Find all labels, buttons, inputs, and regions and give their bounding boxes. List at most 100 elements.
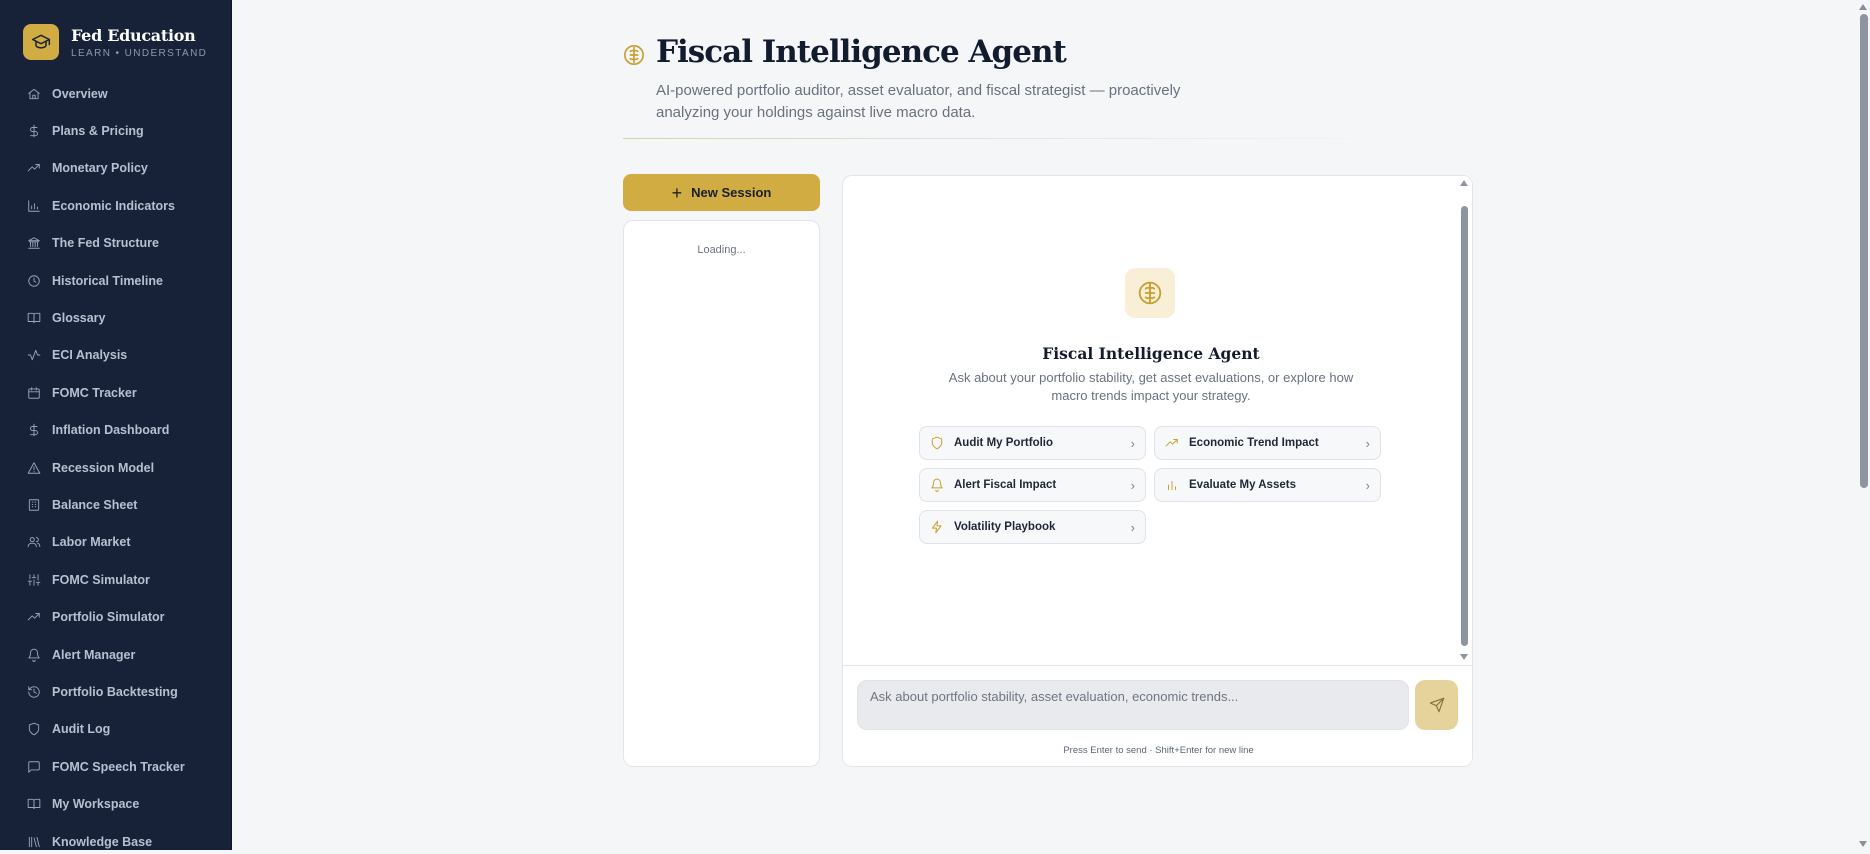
suggestion-volatility-playbook[interactable]: Volatility Playbook › bbox=[919, 510, 1146, 544]
suggestion-label: Alert Fiscal Impact bbox=[954, 479, 1057, 491]
dollar-icon bbox=[30, 423, 38, 437]
brand-subtitle: LEARN • UNDERSTAND bbox=[71, 47, 208, 59]
sidebar-item-label: Historical Timeline bbox=[52, 273, 163, 288]
sidebar-item-overview[interactable]: Overview bbox=[0, 75, 231, 112]
sidebar-item-label: Audit Log bbox=[52, 722, 111, 737]
sidebar-nav: Overview Plans & Pricing Monetary Policy… bbox=[0, 75, 231, 850]
sidebar-item-label: Monetary Policy bbox=[52, 161, 148, 176]
suggestion-evaluate-my-assets[interactable]: Evaluate My Assets › bbox=[1154, 468, 1381, 502]
suggestion-label: Audit My Portfolio bbox=[954, 437, 1054, 449]
suggestion-alert-fiscal-impact[interactable]: Alert Fiscal Impact › bbox=[919, 468, 1146, 502]
chat-input-area: Press Enter to send · Shift+Enter for ne… bbox=[843, 665, 1472, 766]
warning-icon bbox=[27, 461, 41, 474]
suggestion-label: Volatility Playbook bbox=[954, 521, 1056, 533]
shield-icon bbox=[28, 723, 40, 736]
sidebar-item-portfolio-backtesting[interactable]: Portfolio Backtesting bbox=[0, 673, 231, 710]
suggestion-economic-trend-impact[interactable]: Economic Trend Impact › bbox=[1154, 426, 1381, 460]
chevron-right-icon: › bbox=[1130, 435, 1135, 451]
sidebar-item-plans-pricing[interactable]: Plans & Pricing bbox=[0, 112, 231, 149]
brain-icon bbox=[1125, 268, 1175, 318]
library-icon bbox=[28, 836, 40, 847]
calendar-icon bbox=[28, 387, 40, 399]
bar-chart-icon bbox=[1168, 481, 1176, 491]
sidebar-item-label: Knowledge Base bbox=[52, 834, 153, 849]
sidebar-item-portfolio-simulator[interactable]: Portfolio Simulator bbox=[0, 598, 231, 635]
chat-scrollbar-thumb[interactable] bbox=[1461, 206, 1468, 646]
scroll-down-arrow[interactable] bbox=[1460, 654, 1468, 660]
dollar-icon bbox=[30, 124, 38, 138]
sidebar-item-balance-sheet[interactable]: Balance Sheet bbox=[0, 486, 231, 523]
sidebar-item-label: Overview bbox=[52, 86, 108, 101]
sidebar-item-historical-timeline[interactable]: Historical Timeline bbox=[0, 262, 231, 299]
chevron-right-icon: › bbox=[1130, 519, 1135, 535]
zap-icon bbox=[931, 520, 942, 534]
sidebar-item-label: ECI Analysis bbox=[52, 348, 128, 363]
sidebar-item-label: The Fed Structure bbox=[52, 236, 159, 251]
trending-up-icon bbox=[27, 164, 40, 172]
sidebar-item-eci-analysis[interactable]: ECI Analysis bbox=[0, 337, 231, 374]
graduation-cap-icon bbox=[23, 24, 59, 60]
page-scroll-down-arrow[interactable] bbox=[1859, 841, 1867, 847]
chat-panel: Fiscal Intelligence Agent Ask about your… bbox=[842, 175, 1473, 767]
sidebar-item-label: Portfolio Backtesting bbox=[52, 684, 178, 699]
sidebar-item-economic-indicators[interactable]: Economic Indicators bbox=[0, 187, 231, 224]
sidebar-item-label: Glossary bbox=[52, 311, 106, 326]
session-list: Loading... bbox=[623, 220, 820, 767]
page-scroll-up-arrow[interactable] bbox=[1859, 4, 1867, 10]
brand[interactable]: Fed Education LEARN • UNDERSTAND bbox=[23, 24, 207, 60]
sidebar-item-fomc-simulator[interactable]: FOMC Simulator bbox=[0, 561, 231, 598]
chat-input[interactable] bbox=[857, 680, 1409, 730]
message-icon bbox=[28, 761, 40, 773]
trending-up-icon bbox=[1165, 439, 1178, 447]
sliders-icon bbox=[27, 574, 41, 586]
sidebar-item-label: FOMC Simulator bbox=[52, 572, 150, 587]
loading-text: Loading... bbox=[697, 244, 746, 256]
sidebar-item-labor-market[interactable]: Labor Market bbox=[0, 524, 231, 561]
plus-icon: + bbox=[671, 182, 683, 203]
chevron-right-icon: › bbox=[1365, 435, 1370, 451]
sidebar-item-label: Alert Manager bbox=[52, 647, 136, 662]
history-icon bbox=[28, 686, 40, 698]
sidebar-item-fomc-speech-tracker[interactable]: FOMC Speech Tracker bbox=[0, 748, 231, 785]
scroll-up-arrow[interactable] bbox=[1460, 180, 1468, 186]
sidebar: Fed Education LEARN • UNDERSTAND Overvie… bbox=[0, 0, 232, 850]
book-icon bbox=[27, 312, 41, 324]
suggestion-audit-my-portfolio[interactable]: Audit My Portfolio › bbox=[919, 426, 1146, 460]
page-scrollbar-thumb[interactable] bbox=[1860, 14, 1868, 488]
sidebar-item-recession-model[interactable]: Recession Model bbox=[0, 449, 231, 486]
sidebar-item-fed-structure[interactable]: The Fed Structure bbox=[0, 225, 231, 262]
home-icon bbox=[28, 88, 40, 99]
new-session-button[interactable]: + New Session bbox=[623, 174, 820, 211]
page-title: Fiscal Intelligence Agent bbox=[656, 34, 1067, 70]
sidebar-item-my-workspace[interactable]: My Workspace bbox=[0, 785, 231, 822]
sidebar-item-label: Portfolio Simulator bbox=[52, 610, 165, 625]
send-button[interactable] bbox=[1415, 680, 1458, 730]
welcome-text: Ask about your portfolio stability, get … bbox=[948, 370, 1354, 403]
new-session-label: New Session bbox=[691, 185, 772, 200]
chevron-right-icon: › bbox=[1365, 477, 1370, 493]
sidebar-item-label: Labor Market bbox=[52, 535, 131, 550]
sidebar-item-audit-log[interactable]: Audit Log bbox=[0, 711, 231, 748]
sidebar-item-monetary-policy[interactable]: Monetary Policy bbox=[0, 150, 231, 187]
book-open-icon bbox=[27, 798, 41, 810]
sidebar-item-alert-manager[interactable]: Alert Manager bbox=[0, 636, 231, 673]
chevron-right-icon: › bbox=[1130, 477, 1135, 493]
sidebar-item-glossary[interactable]: Glossary bbox=[0, 299, 231, 336]
brain-icon bbox=[624, 45, 644, 65]
sidebar-item-label: FOMC Speech Tracker bbox=[52, 759, 185, 774]
sidebar-item-knowledge-base[interactable]: Knowledge Base bbox=[0, 823, 231, 850]
header-divider bbox=[623, 138, 1403, 139]
suggestion-label: Economic Trend Impact bbox=[1189, 437, 1319, 449]
send-icon bbox=[1429, 697, 1444, 713]
suggestion-grid: Audit My Portfolio › Economic Trend Impa… bbox=[919, 426, 1381, 544]
sidebar-item-label: Plans & Pricing bbox=[52, 124, 144, 139]
clock-icon bbox=[28, 274, 40, 287]
building-icon bbox=[28, 499, 40, 511]
sidebar-item-inflation-dashboard[interactable]: Inflation Dashboard bbox=[0, 412, 231, 449]
landmark-icon bbox=[28, 237, 40, 249]
sidebar-item-label: My Workspace bbox=[52, 797, 140, 812]
sidebar-item-fomc-tracker[interactable]: FOMC Tracker bbox=[0, 374, 231, 411]
page-subtitle: AI-powered portfolio auditor, asset eval… bbox=[656, 82, 1181, 121]
bell-icon bbox=[28, 648, 40, 662]
activity-icon bbox=[27, 350, 41, 361]
